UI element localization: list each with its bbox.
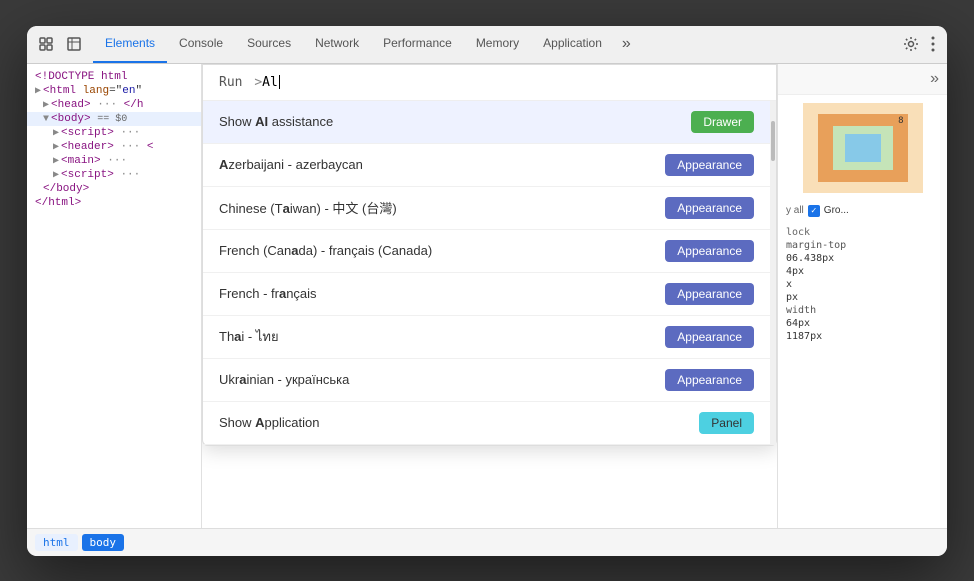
run-label: Run: [219, 75, 242, 90]
right-panel: » 8: [777, 64, 947, 528]
result-french-canada[interactable]: French (Canada) - français (Canada) Appe…: [203, 230, 770, 273]
width-label: width: [786, 305, 816, 316]
margin-top-label: margin-top: [786, 240, 846, 251]
appearance-button[interactable]: Appearance: [665, 240, 754, 262]
margin-box: 8: [803, 103, 923, 193]
results-list: Show AI assistance Drawer Azerbaijani - …: [203, 101, 770, 445]
checkbox-group[interactable]: ✓: [808, 205, 820, 217]
result-label: French (Canada) - français (Canada): [219, 243, 432, 258]
tab-elements[interactable]: Elements: [93, 26, 167, 63]
result-azerbaijani[interactable]: Azerbaijani - azerbaycan Appearance: [203, 144, 770, 187]
toolbar-right: [899, 32, 939, 56]
dom-line: </html>: [27, 196, 201, 210]
result-chinese-taiwan[interactable]: Chinese (Taiwan) - 中文 (台灣) Appearance: [203, 187, 770, 230]
tab-memory[interactable]: Memory: [464, 26, 531, 63]
value-438: 06.438px: [786, 253, 834, 264]
dom-line: ▶<main> ···: [27, 154, 201, 168]
result-label: French - français: [219, 286, 317, 301]
command-palette: Run >Al Show AI assistance Drawer: [202, 64, 777, 446]
dom-panel: <!DOCTYPE html ▶<html lang="en" ▶<head> …: [27, 64, 202, 528]
tab-performance[interactable]: Performance: [371, 26, 464, 63]
styles-row: margin-top: [786, 240, 939, 251]
styles-row: x: [786, 279, 939, 290]
styles-row: px: [786, 292, 939, 303]
tab-overflow[interactable]: »: [614, 26, 639, 63]
result-french[interactable]: French - français Appearance: [203, 273, 770, 316]
result-label: Show Application: [219, 415, 319, 430]
dom-line: ▶<script> ···: [27, 126, 201, 140]
center-area: Run >Al Show AI assistance Drawer: [202, 64, 777, 528]
text-cursor: [279, 75, 280, 89]
tab-bar: Elements Console Sources Network Perform…: [93, 26, 895, 63]
inspect-icon[interactable]: [63, 33, 85, 55]
dom-line: </body>: [27, 182, 201, 196]
result-thai[interactable]: Thai - ไทย Appearance: [203, 316, 770, 359]
tab-application[interactable]: Application: [531, 26, 614, 63]
result-show-application[interactable]: Show Application Panel: [203, 402, 770, 445]
dom-line: ▶<html lang="en": [27, 84, 201, 98]
result-label: Show AI assistance: [219, 114, 333, 129]
tab-network[interactable]: Network: [303, 26, 371, 63]
right-panel-overflow[interactable]: »: [930, 70, 939, 88]
breadcrumb-body[interactable]: body: [82, 534, 125, 551]
command-results: Show AI assistance Drawer Azerbaijani - …: [203, 101, 776, 445]
dom-line: ▶<script> ···: [27, 168, 201, 182]
result-label: Azerbaijani - azerbaycan: [219, 157, 363, 172]
content-box: [845, 134, 881, 162]
toolbar-icons: [35, 33, 85, 55]
cursor-icon[interactable]: [35, 33, 57, 55]
result-label: Thai - ไทย: [219, 326, 279, 347]
appearance-button[interactable]: Appearance: [665, 154, 754, 176]
styles-row: width: [786, 305, 939, 316]
breadcrumb-html[interactable]: html: [35, 534, 78, 551]
group-label: Gro...: [824, 205, 849, 216]
styles-row: 64px: [786, 318, 939, 329]
value-4px: 4px: [786, 266, 804, 277]
toolbar: Elements Console Sources Network Perform…: [27, 26, 947, 64]
styles-row: 06.438px: [786, 253, 939, 264]
appearance-button[interactable]: Appearance: [665, 326, 754, 348]
show-all-label: y all: [786, 205, 804, 216]
box-model-area: 8: [778, 95, 947, 201]
box-model: 8: [803, 103, 923, 193]
tab-console[interactable]: Console: [167, 26, 235, 63]
settings-button[interactable]: [899, 32, 923, 56]
styles-row: 1187px: [786, 331, 939, 342]
devtools-window: Elements Console Sources Network Perform…: [27, 26, 947, 556]
checkbox-row: y all ✓ Gro...: [778, 201, 947, 221]
value-1187px: 1187px: [786, 331, 822, 342]
styles-area: lock margin-top 06.438px 4px x px: [778, 221, 947, 528]
scrollbar[interactable]: [770, 101, 776, 445]
dom-line: ▶<head> ··· </h: [27, 98, 201, 112]
result-label: Chinese (Taiwan) - 中文 (台灣): [219, 198, 397, 217]
command-input[interactable]: >Al: [246, 75, 279, 90]
dom-line: ▶<header> ··· <: [27, 140, 201, 154]
value-64px: 64px: [786, 318, 810, 329]
tab-sources[interactable]: Sources: [235, 26, 303, 63]
lock-label: lock: [786, 227, 810, 238]
appearance-button[interactable]: Appearance: [665, 197, 754, 219]
value-x: x: [786, 279, 792, 290]
scrollbar-thumb: [771, 121, 775, 161]
styles-row: 4px: [786, 266, 939, 277]
command-input-row: Run >Al: [203, 65, 776, 101]
bottom-bar: html body: [27, 528, 947, 556]
appearance-button[interactable]: Appearance: [665, 369, 754, 391]
result-show-ai[interactable]: Show AI assistance Drawer: [203, 101, 770, 144]
more-options-button[interactable]: [927, 32, 939, 56]
dom-line-body[interactable]: ▼<body> == $0: [27, 112, 201, 126]
drawer-button[interactable]: Drawer: [691, 111, 754, 133]
main-content: <!DOCTYPE html ▶<html lang="en" ▶<head> …: [27, 64, 947, 528]
value-px: px: [786, 292, 798, 303]
styles-row: lock: [786, 227, 939, 238]
border-box: 8: [818, 114, 908, 182]
padding-box: [833, 126, 893, 170]
dom-line: <!DOCTYPE html: [27, 70, 201, 84]
border-value: 8: [898, 116, 903, 126]
panel-button[interactable]: Panel: [699, 412, 754, 434]
appearance-button[interactable]: Appearance: [665, 283, 754, 305]
result-ukrainian[interactable]: Ukrainian - українська Appearance: [203, 359, 770, 402]
right-panel-header: »: [778, 64, 947, 95]
result-label: Ukrainian - українська: [219, 372, 349, 387]
